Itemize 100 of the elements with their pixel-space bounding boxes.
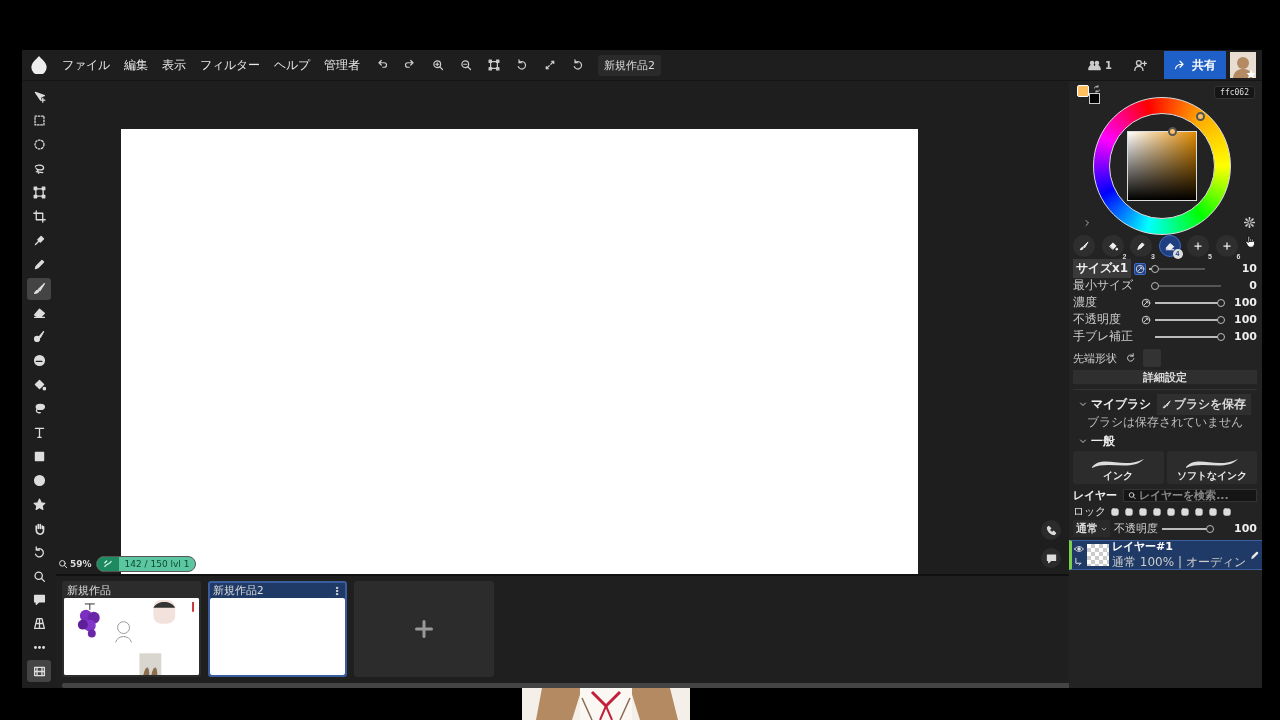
members-icon xyxy=(1088,58,1102,72)
rectangle-icon xyxy=(32,449,46,463)
settings-icon[interactable] xyxy=(1244,217,1255,228)
eye-icon[interactable] xyxy=(1074,543,1084,554)
ellipse-icon xyxy=(32,473,46,487)
document-tab[interactable]: 新規作品2 xyxy=(208,581,347,677)
setting-value: 0 xyxy=(1249,279,1257,292)
slider-thumb[interactable] xyxy=(1217,332,1225,341)
chat-button[interactable] xyxy=(1041,548,1061,568)
rotate-icon xyxy=(516,59,528,71)
avatar[interactable] xyxy=(1230,52,1256,78)
menu-item[interactable]: フィルター xyxy=(194,53,266,77)
chat-icon xyxy=(1045,552,1057,564)
smudge-icon xyxy=(32,353,46,367)
eraser-icon xyxy=(1164,241,1175,251)
document-name: 新規作品 xyxy=(67,583,111,598)
text-icon xyxy=(32,425,46,439)
paint-bucket-icon xyxy=(1107,241,1118,251)
menu-item[interactable]: 管理者 xyxy=(318,53,366,77)
menu-item[interactable]: 表示 xyxy=(156,53,192,77)
swap-icon[interactable] xyxy=(1093,85,1101,93)
zoom-level: 59% xyxy=(70,559,92,569)
pencil-icon[interactable] xyxy=(1250,550,1260,560)
brush-preset[interactable]: インク xyxy=(1073,451,1164,484)
add-user-icon xyxy=(1133,58,1147,72)
setting-label: 不透明度 xyxy=(1073,311,1122,328)
hand-icon xyxy=(32,521,46,535)
hex-color-value[interactable]: ffc062 xyxy=(1214,86,1255,99)
pressure-toggle[interactable] xyxy=(1140,313,1152,326)
eyedropper-icon xyxy=(32,234,46,248)
pencil-icon xyxy=(32,258,46,272)
setting-value: 100 xyxy=(1234,296,1257,309)
layer-search-field[interactable]: レイヤーを検索... xyxy=(1123,488,1257,502)
clipping-icon[interactable] xyxy=(1074,556,1084,567)
layer-row[interactable]: レイヤー#1 通常 100% | オーディン xyxy=(1069,540,1262,570)
brush-tool[interactable] xyxy=(27,277,51,300)
undo-icon xyxy=(376,59,388,71)
pressure-icon xyxy=(1141,314,1151,325)
eraser-icon xyxy=(32,306,46,320)
slider-thumb[interactable] xyxy=(1206,524,1214,533)
section-title: 一般 xyxy=(1091,432,1115,450)
background-color-swatch[interactable] xyxy=(1089,93,1100,104)
brush-slot[interactable] xyxy=(1073,235,1095,257)
plus-icon xyxy=(1193,241,1203,251)
document-title[interactable]: 新規作品2 xyxy=(598,54,661,76)
advanced-settings-button[interactable]: 詳細設定 xyxy=(1073,370,1257,384)
menu-item[interactable]: ファイル xyxy=(56,53,116,77)
setting-label: 最小サイズ xyxy=(1073,277,1134,294)
saturation-square[interactable] xyxy=(1127,131,1197,201)
share-button[interactable]: 共有 xyxy=(1164,51,1226,79)
brush-icon xyxy=(1079,241,1089,251)
document-tab[interactable]: 新規作品 xyxy=(62,581,201,677)
comment-icon xyxy=(32,593,46,607)
slider-thumb[interactable] xyxy=(1217,298,1225,307)
slider-thumb[interactable] xyxy=(1150,264,1159,273)
blend-mode-select[interactable]: 通常 xyxy=(1073,520,1110,537)
layer-info: 通常 100% | オーディン xyxy=(1112,554,1247,571)
setting-value: 100 xyxy=(1234,313,1257,326)
size-multiplier-button[interactable]: サイズx1 xyxy=(1073,259,1132,278)
zoom-out-icon xyxy=(460,59,472,71)
hue-handle[interactable] xyxy=(1196,112,1205,121)
chevron-down-icon[interactable] xyxy=(1079,400,1087,408)
pressure-icon xyxy=(1135,263,1146,274)
rotate-icon xyxy=(572,59,584,71)
chevron-down-icon[interactable] xyxy=(1079,437,1087,445)
move-icon xyxy=(32,90,46,104)
lock-label: ロック xyxy=(1073,504,1106,519)
pressure-toggle[interactable] xyxy=(1140,296,1152,309)
zoom-icon xyxy=(32,569,46,583)
menu-item[interactable]: ヘルプ xyxy=(268,53,316,77)
brush-stroke-icon xyxy=(102,559,113,569)
pressure-toggle[interactable] xyxy=(1134,262,1147,275)
slider-thumb[interactable] xyxy=(1217,315,1225,324)
film-tool[interactable] xyxy=(27,660,51,682)
ellipse-select-icon xyxy=(32,138,46,152)
menu-item[interactable]: 編集 xyxy=(118,53,154,77)
share-icon xyxy=(1174,59,1186,71)
foreground-color-swatch[interactable] xyxy=(1077,85,1089,97)
chevron-right-icon[interactable] xyxy=(1083,219,1091,227)
reset-icon[interactable] xyxy=(1125,353,1135,363)
redo-icon xyxy=(404,59,416,71)
zoom-in-icon xyxy=(432,59,444,71)
phone-button[interactable] xyxy=(1041,520,1061,540)
section-title: マイブラシ xyxy=(1091,395,1151,413)
crop-icon xyxy=(32,210,46,224)
transform-icon xyxy=(488,59,500,71)
brush-preset[interactable]: ソフトなインク xyxy=(1166,451,1257,484)
paint-bucket-icon xyxy=(32,377,46,391)
plus-icon xyxy=(1221,241,1232,251)
setting-label: 先端形状 xyxy=(1073,350,1117,366)
star-icon xyxy=(32,497,46,511)
slider[interactable] xyxy=(1149,263,1206,274)
document-name: 新規作品2 xyxy=(213,583,264,598)
scrollbar[interactable] xyxy=(62,683,1072,688)
perspective-icon xyxy=(32,617,46,631)
color-handle[interactable] xyxy=(1168,127,1177,136)
hand-cursor-icon xyxy=(1244,235,1257,248)
layers-title: レイヤー xyxy=(1073,487,1117,503)
save-brush-button[interactable]: ブラシを保存 xyxy=(1157,393,1251,415)
slider-thumb[interactable] xyxy=(1151,281,1159,290)
